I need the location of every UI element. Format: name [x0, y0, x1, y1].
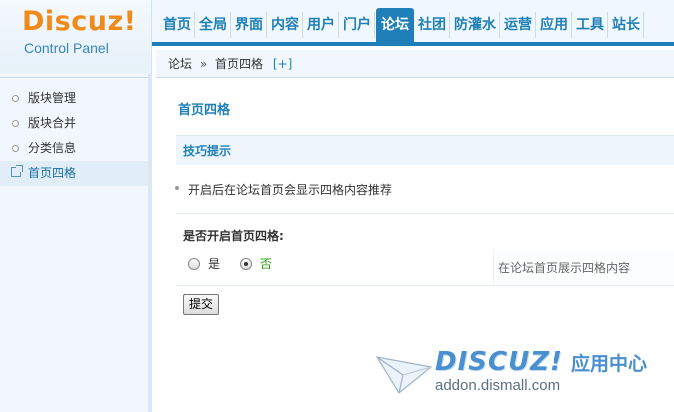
nav-item-antispam[interactable]: 防灌水 — [451, 12, 500, 38]
add-favorite-button[interactable]: [+] — [273, 57, 292, 71]
breadcrumb-current: 首页四格 — [215, 57, 264, 71]
watermark: DISCUZ! 应用中心 addon.dismall.com — [375, 345, 674, 405]
sidebar-item-label: 首页四格 — [28, 166, 77, 180]
radio-yes[interactable] — [188, 257, 200, 270]
nav-item-portal[interactable]: 门户 — [340, 12, 375, 38]
breadcrumb-separator: » — [199, 57, 208, 71]
tips-header: 技巧提示 — [176, 135, 674, 165]
breadcrumb: 论坛 » 首页四格 [+] — [156, 50, 674, 78]
main-nav: 首页 全局 界面 内容 用户 门户 论坛 社团 防灌水 运营 应用 工具 站长 — [160, 8, 645, 42]
nav-item-group[interactable]: 社团 — [415, 12, 450, 38]
bullet-circle-icon — [12, 120, 19, 127]
logo-subtitle: Control Panel — [24, 40, 109, 56]
divider — [176, 285, 674, 286]
watermark-brand: DISCUZ! — [435, 347, 563, 377]
sidebar: 版块管理 版块合并 分类信息 首页四格 — [0, 50, 152, 412]
radio-yes-label[interactable]: 是 — [208, 255, 220, 272]
divider — [176, 213, 674, 214]
sidebar-item-label: 版块合并 — [28, 116, 77, 130]
logo-brand: Discuz! — [22, 6, 137, 37]
nav-item-admin[interactable]: 站长 — [609, 12, 644, 38]
nav-item-forum[interactable]: 论坛 — [376, 8, 414, 42]
breadcrumb-root[interactable]: 论坛 — [168, 57, 192, 71]
sidebar-item-label: 分类信息 — [28, 141, 77, 155]
page-title: 首页四格 — [178, 103, 231, 118]
nav-item-style[interactable]: 界面 — [232, 12, 267, 38]
external-link-icon — [11, 165, 23, 177]
paper-plane-icon — [375, 356, 433, 394]
radio-no-label[interactable]: 否 — [260, 255, 272, 272]
watermark-cn: 应用中心 — [571, 353, 648, 375]
nav-item-global[interactable]: 全局 — [196, 12, 231, 38]
logo[interactable]: Discuz! Control Panel — [0, 0, 152, 74]
nav-item-content[interactable]: 内容 — [268, 12, 303, 38]
sidebar-item-home-grid[interactable]: 首页四格 — [0, 161, 148, 186]
sidebar-list: 版块管理 版块合并 分类信息 首页四格 — [0, 78, 148, 186]
sidebar-item-forum-merge[interactable]: 版块合并 — [0, 111, 148, 136]
nav-item-user[interactable]: 用户 — [304, 12, 339, 38]
tip-text: 开启后在论坛首页会显示四格内容推荐 — [174, 183, 393, 197]
sidebar-item-label: 版块管理 — [28, 91, 77, 105]
bullet-circle-icon — [12, 145, 19, 152]
bullet-circle-icon — [12, 95, 19, 102]
nav-item-operation[interactable]: 运营 — [501, 12, 536, 38]
watermark-url: addon.dismall.com — [435, 377, 561, 394]
submit-button[interactable]: 提交 — [183, 294, 219, 315]
nav-item-apps[interactable]: 应用 — [537, 12, 572, 38]
setting-description: 在论坛首页展示四格内容 — [498, 261, 631, 275]
nav-item-home[interactable]: 首页 — [160, 12, 195, 38]
sidebar-item-forum-manage[interactable]: 版块管理 — [0, 86, 148, 111]
sidebar-item-category-info[interactable]: 分类信息 — [0, 136, 148, 161]
enable-radio-group: 是 否 — [188, 255, 292, 272]
setting-label: 是否开启首页四格: — [183, 229, 284, 243]
nav-item-tools[interactable]: 工具 — [573, 12, 608, 38]
radio-no[interactable] — [240, 257, 253, 270]
